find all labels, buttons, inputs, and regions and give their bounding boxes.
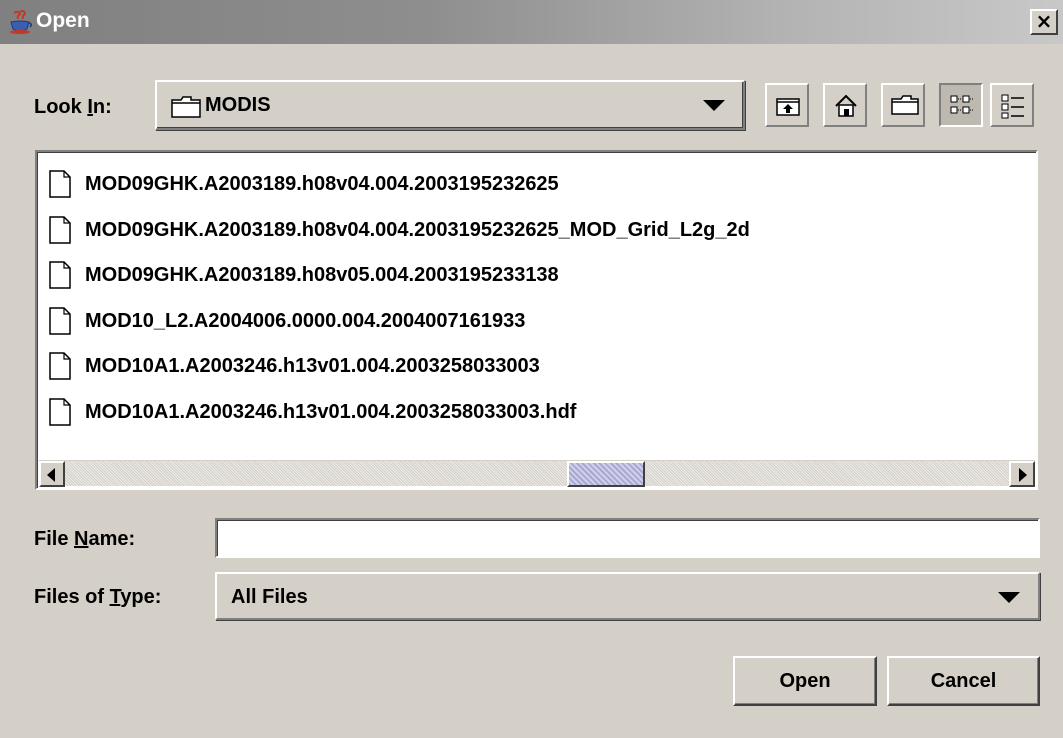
- chevron-down-icon[interactable]: [703, 100, 725, 111]
- file-name-text: MOD09GHK.A2003189.h08v04.004.20031952326…: [85, 172, 559, 195]
- scroll-left-button[interactable]: [39, 461, 65, 487]
- file-icon: [49, 398, 71, 426]
- open-button[interactable]: Open: [733, 656, 877, 706]
- file-list-item[interactable]: MOD10A1.A2003246.h13v01.004.200325803300…: [49, 394, 576, 430]
- file-name-text: MOD10A1.A2003246.h13v01.004.200325803300…: [85, 400, 577, 423]
- close-button[interactable]: ×: [1030, 9, 1058, 35]
- file-name-text: MOD09GHK.A2003189.h08v04.004.20031952326…: [85, 218, 750, 241]
- file-name-text: MOD10A1.A2003246.h13v01.004.200325803300…: [85, 354, 540, 377]
- window-title: Open: [36, 9, 90, 32]
- list-view-button[interactable]: [939, 83, 983, 127]
- file-name-input[interactable]: [215, 518, 1040, 558]
- files-of-type-value: All Files: [231, 586, 308, 608]
- cancel-button[interactable]: Cancel: [887, 656, 1040, 706]
- details-view-button[interactable]: [990, 83, 1034, 127]
- file-icon: [49, 352, 71, 380]
- files-of-type-label: Files of Type:: [34, 586, 162, 608]
- horizontal-scrollbar[interactable]: [39, 460, 1035, 487]
- arrow-left-icon: [47, 468, 55, 482]
- file-name-label: File Name:: [34, 528, 136, 550]
- files-of-type-combo[interactable]: All Files: [215, 572, 1040, 620]
- look-in-value: MODIS: [205, 94, 271, 116]
- file-list-item[interactable]: MOD09GHK.A2003189.h08v05.004.20031952331…: [49, 257, 559, 293]
- file-icon: [49, 307, 71, 335]
- file-icon: [49, 261, 71, 289]
- file-icon: [49, 216, 71, 244]
- file-list-item[interactable]: MOD09GHK.A2003189.h08v04.004.20031952326…: [49, 212, 750, 248]
- arrow-right-icon: [1019, 468, 1027, 482]
- title-bar[interactable]: Open ×: [0, 0, 1063, 44]
- file-name-text: MOD10_L2.A2004006.0000.004.2004007161933: [85, 309, 526, 332]
- file-list[interactable]: MOD09GHK.A2003189.h08v04.004.20031952326…: [35, 150, 1038, 490]
- list-view-icon: [950, 95, 973, 114]
- new-folder-button[interactable]: [881, 83, 925, 127]
- file-name-text: MOD09GHK.A2003189.h08v05.004.20031952331…: [85, 263, 559, 286]
- folder-icon: [171, 96, 201, 118]
- file-list-item[interactable]: MOD10A1.A2003246.h13v01.004.200325803300…: [49, 348, 540, 384]
- close-icon: ×: [1035, 9, 1053, 33]
- file-list-item[interactable]: MOD09GHK.A2003189.h08v04.004.20031952326…: [49, 166, 559, 202]
- up-one-level-icon: [776, 98, 800, 116]
- chevron-down-icon[interactable]: [998, 592, 1020, 603]
- details-view-icon: [1001, 94, 1024, 119]
- home-button[interactable]: [823, 83, 867, 127]
- home-icon: [835, 94, 857, 117]
- java-app-icon: [10, 9, 33, 34]
- look-in-combo[interactable]: MODIS: [155, 80, 745, 130]
- file-list-item[interactable]: MOD10_L2.A2004006.0000.004.2004007161933: [49, 303, 525, 339]
- new-folder-icon: [891, 95, 919, 115]
- scroll-right-button[interactable]: [1009, 461, 1035, 487]
- look-in-label: Look In:: [34, 96, 112, 118]
- file-icon: [49, 170, 71, 198]
- scrollbar-thumb[interactable]: [567, 461, 645, 487]
- up-one-level-button[interactable]: [765, 83, 809, 127]
